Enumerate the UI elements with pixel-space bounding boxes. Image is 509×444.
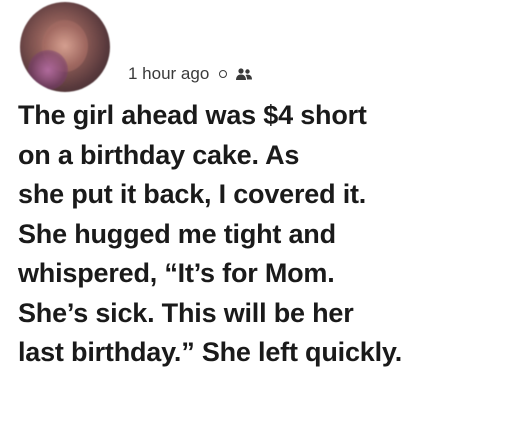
avatar-accent	[28, 50, 68, 90]
post-line: The girl ahead was $4 short	[18, 100, 367, 130]
post-line: on a birthday cake. As	[18, 139, 300, 170]
post-line: last birthday.” She left quickly.	[18, 337, 402, 367]
dot-icon	[219, 70, 228, 78]
post-line: She hugged me tight and	[18, 218, 336, 249]
avatar[interactable]	[20, 2, 110, 92]
post-timestamp[interactable]: 1 hour ago	[128, 64, 209, 84]
post-line: she put it back, I covered it.	[18, 179, 367, 209]
post-meta: 1 hour ago	[128, 64, 253, 84]
people-icon[interactable]	[235, 67, 253, 81]
post-line: whispered, “It’s for Mom.	[18, 258, 335, 288]
post-line: She’s sick. This will be her	[18, 297, 354, 328]
post-card: 1 hour ago The girl ahead was $4 short o…	[0, 0, 509, 444]
post-body: The girl ahead was $4 short on a birthda…	[18, 96, 506, 373]
